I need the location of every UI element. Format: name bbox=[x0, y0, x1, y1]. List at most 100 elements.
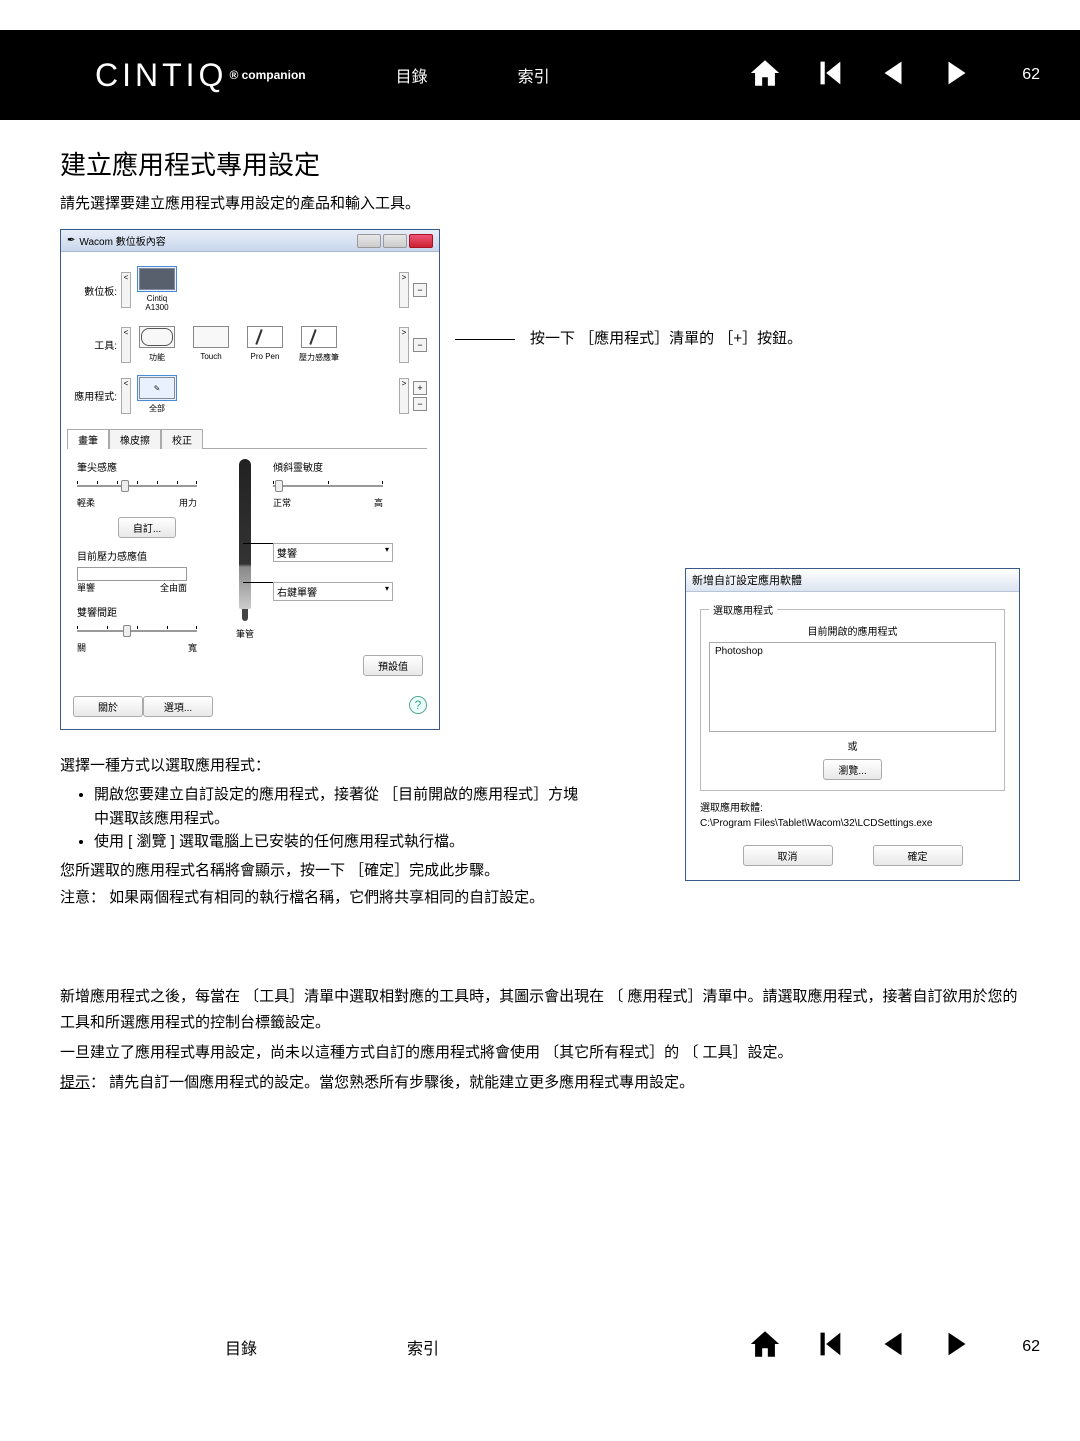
prev-icon[interactable] bbox=[876, 56, 910, 95]
app-selector-row: 應用程式: < ✎全部 > + − bbox=[73, 377, 427, 414]
browse-button[interactable]: 瀏覽... bbox=[823, 759, 881, 780]
minimize-icon[interactable] bbox=[357, 234, 381, 248]
fullclick-label: 全由面 bbox=[160, 581, 187, 594]
app-all[interactable]: ✎全部 bbox=[135, 377, 179, 414]
tip-text: ： 請先自訂一個應用程式的設定。當您熟悉所有步驟後，就能建立更多應用程式專用設定… bbox=[90, 1074, 694, 1091]
window-title-text: Wacom 數位板內容 bbox=[79, 233, 165, 248]
upper-button-combo[interactable]: 雙響▾ bbox=[273, 543, 393, 562]
index-link-bottom[interactable]: 索引 bbox=[407, 1335, 439, 1359]
tool-pressure-label: 壓力感應筆 bbox=[299, 353, 339, 362]
instr-p1: 您所選取的應用程式名稱將會顯示，按一下 ［確定］完成此步驟。 bbox=[60, 859, 580, 882]
window-titlebar: ✒ Wacom 數位板內容 bbox=[61, 230, 439, 252]
tool-remove-button[interactable]: − bbox=[413, 338, 427, 352]
home-icon[interactable] bbox=[748, 56, 782, 95]
app-remove-button[interactable]: − bbox=[413, 397, 427, 411]
instr-bullet-1: 開啟您要建立自訂設定的應用程式，接著從 ［目前開啟的應用程式］方塊 中選取該應用… bbox=[94, 783, 580, 830]
pressure-readout bbox=[77, 567, 187, 581]
body-paragraphs: 新增應用程式之後，每當在 〔工具］清單中選取相對應的工具時，其圖示會出現在 〔 … bbox=[0, 984, 1080, 1097]
first-icon-bottom[interactable] bbox=[812, 1327, 846, 1366]
next-icon-bottom[interactable] bbox=[940, 1327, 974, 1366]
add-app-dialog: 新增自訂設定應用軟體 選取應用程式 目前開啟的應用程式 Photoshop 或 … bbox=[685, 568, 1020, 881]
page-number-top: 62 bbox=[1022, 66, 1040, 84]
top-bar: CINTIQ ® companion 目錄 索引 62 bbox=[0, 30, 1080, 120]
open-apps-listbox[interactable]: Photoshop bbox=[709, 642, 996, 732]
tip-label: 提示 bbox=[60, 1074, 90, 1091]
top-nav-icons: 62 bbox=[748, 56, 1040, 95]
maximize-icon[interactable] bbox=[383, 234, 407, 248]
page-number-bottom: 62 bbox=[1022, 1338, 1040, 1356]
tilt-slider[interactable] bbox=[273, 478, 383, 494]
callout-text: 按一下 ［應用程式］清單的 ［+］按鈕。 bbox=[530, 330, 802, 347]
cancel-button[interactable]: 取消 bbox=[743, 845, 833, 866]
brand-suffix: ® companion bbox=[229, 68, 305, 82]
select-app-fieldset: 選取應用程式 目前開啟的應用程式 Photoshop 或 瀏覽... bbox=[700, 602, 1005, 791]
tool-pressure-pen[interactable]: 壓力感應筆 bbox=[297, 326, 341, 363]
tip-firm-label: 用力 bbox=[179, 496, 197, 509]
page-title: 建立應用程式專用設定 bbox=[60, 145, 1025, 182]
off-label: 關 bbox=[77, 641, 86, 654]
bottom-nav-icons: 62 bbox=[748, 1327, 1040, 1366]
dialog-titlebar: 新增自訂設定應用軟體 bbox=[686, 569, 1019, 592]
next-icon[interactable] bbox=[940, 56, 974, 95]
tip-feel-label: 筆尖感應 bbox=[77, 459, 217, 474]
tool-propen[interactable]: Pro Pen bbox=[243, 326, 287, 363]
pen-graphic bbox=[239, 459, 251, 609]
dbl-tap-slider[interactable] bbox=[77, 623, 197, 639]
scroll-left[interactable]: < bbox=[121, 272, 131, 308]
lead-paragraph: 請先選擇要建立應用程式專用設定的產品和輸入工具。 bbox=[60, 192, 1025, 213]
normal-label: 正常 bbox=[273, 496, 291, 509]
scroll-left-app[interactable]: < bbox=[121, 378, 131, 414]
instr-intro: 選擇一種方式以選取應用程式： bbox=[60, 754, 580, 777]
scroll-right[interactable]: > bbox=[399, 272, 409, 308]
about-button[interactable]: 關於 bbox=[73, 696, 143, 717]
first-icon[interactable] bbox=[812, 56, 846, 95]
ok-button[interactable]: 確定 bbox=[873, 845, 963, 866]
toc-link[interactable]: 目錄 bbox=[396, 63, 428, 87]
tool-functions[interactable]: 功能 bbox=[135, 326, 179, 363]
app-add-button[interactable]: + bbox=[413, 381, 427, 395]
list-item[interactable]: Photoshop bbox=[715, 646, 990, 657]
settings-tabs: 畫筆 橡皮擦 校正 bbox=[67, 428, 427, 448]
toc-link-bottom[interactable]: 目錄 bbox=[225, 1335, 257, 1359]
tool-touch[interactable]: Touch bbox=[189, 326, 233, 363]
help-icon[interactable]: ? bbox=[409, 696, 427, 714]
pen-tip-label: 筆管 bbox=[225, 627, 265, 640]
tablet-item[interactable]: Cintiq A1300 bbox=[135, 268, 179, 312]
tip-feel-slider[interactable] bbox=[77, 478, 197, 494]
cur-pressure-label: 目前壓力感應值 bbox=[77, 548, 217, 563]
dbl-tap-label: 雙響間距 bbox=[77, 604, 217, 619]
tab-pane: 筆尖感應 輕柔用力 自訂... 目前壓力感應值 bbox=[73, 448, 427, 686]
scroll-left-tool[interactable]: < bbox=[121, 327, 131, 363]
tool-selector-row: 工具: < 功能 Touch Pro Pen 壓力感應筆 > − bbox=[73, 326, 427, 363]
tool-label: 工具: bbox=[73, 337, 117, 352]
tab-calibrate[interactable]: 校正 bbox=[161, 429, 203, 449]
instr-bullet-2: 使用 [ 瀏覽 ] 選取電腦上已安裝的任何應用程式執行檔。 bbox=[94, 830, 580, 853]
close-icon[interactable] bbox=[409, 234, 433, 248]
tablet-selector-row: 數位板: < Cintiq A1300 > − bbox=[73, 268, 427, 312]
click-label: 單響 bbox=[77, 581, 95, 594]
default-button[interactable]: 預設值 bbox=[363, 655, 423, 676]
app-all-label: 全部 bbox=[149, 404, 165, 413]
home-icon-bottom[interactable] bbox=[748, 1327, 782, 1366]
large-label: 寬 bbox=[188, 641, 197, 654]
tool-functions-label: 功能 bbox=[149, 353, 165, 362]
tab-pen[interactable]: 畫筆 bbox=[67, 429, 109, 449]
index-link[interactable]: 索引 bbox=[518, 63, 550, 87]
select-app-legend: 選取應用程式 bbox=[709, 602, 777, 617]
tablet-remove-button[interactable]: − bbox=[413, 283, 427, 297]
brand-logo: CINTIQ ® companion bbox=[95, 57, 306, 94]
instructions-block: 選擇一種方式以選取應用程式： 開啟您要建立自訂設定的應用程式，接著從 ［目前開啟… bbox=[60, 754, 580, 910]
options-button[interactable]: 選項... bbox=[143, 696, 213, 717]
or-label: 或 bbox=[709, 738, 996, 753]
window-controls bbox=[357, 234, 433, 248]
scroll-right-tool[interactable]: > bbox=[399, 327, 409, 363]
prev-icon-bottom[interactable] bbox=[876, 1327, 910, 1366]
high-label: 高 bbox=[374, 496, 383, 509]
scroll-right-app[interactable]: > bbox=[399, 378, 409, 414]
tablet-label: 數位板: bbox=[73, 283, 117, 298]
customize-button[interactable]: 自訂... bbox=[118, 517, 176, 538]
body-p1: 新增應用程式之後，每當在 〔工具］清單中選取相對應的工具時，其圖示會出現在 〔 … bbox=[60, 984, 1025, 1037]
bottom-bar: 目錄 索引 62 bbox=[0, 1307, 1080, 1387]
lower-button-combo[interactable]: 右鍵單響▾ bbox=[273, 582, 393, 601]
tab-eraser[interactable]: 橡皮擦 bbox=[109, 429, 161, 449]
